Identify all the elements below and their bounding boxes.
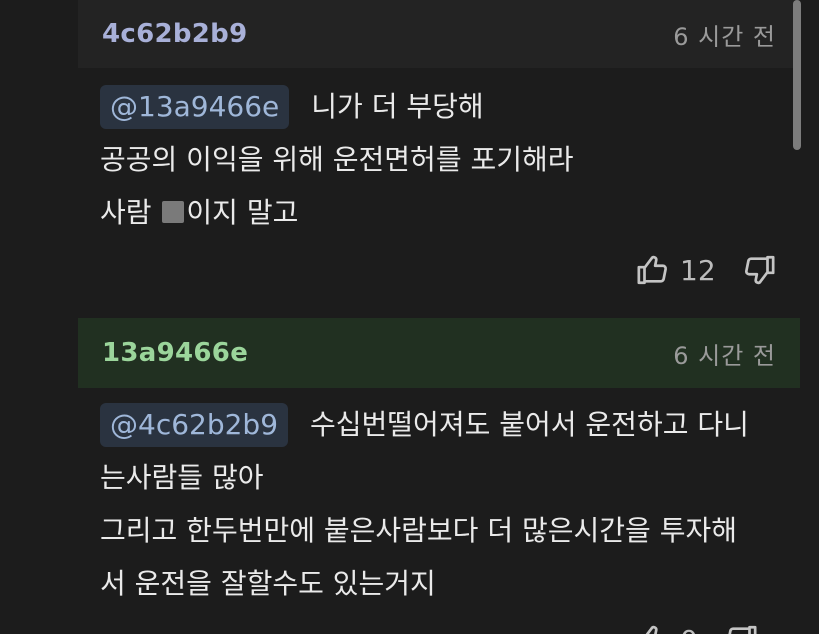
comment-timestamp: 6 시간 전 [673,341,776,370]
comment-header: 4c62b2b9 6 시간 전 [78,0,800,68]
comment-text: 니가 더 부당해 [311,90,484,123]
comment-line: @4c62b2b9 수십번떨어져도 붙어서 운전하고 다니 [100,398,805,451]
comment-author[interactable]: 4c62b2b9 [102,19,248,49]
comment-line: 공공의 이익을 위해 운전면허를 포기해라 [100,143,574,176]
thumbs-down-icon[interactable] [742,253,776,287]
comment-text: 이지 말고 [186,196,299,229]
comment-actions: 12 [636,248,776,292]
scrollbar[interactable] [793,0,801,150]
like-count: 0 [680,624,698,634]
comment-body: @13a9466e 니가 더 부당해 공공의 이익을 위해 운전면허를 포기해라 … [100,80,805,239]
censor-mark [162,201,185,223]
comment-text: 수십번떨어져도 붙어서 운전하고 다니 [310,408,749,441]
comment-thread: 4c62b2b9 6 시간 전 @13a9466e 니가 더 부당해 공공의 이익… [0,0,819,634]
comment-line: 는사람들 많아 [100,461,264,494]
comment-line: 사람 이지 말고 [100,186,805,239]
like-count: 12 [680,253,716,287]
mention-tag[interactable]: @13a9466e [100,85,290,129]
thumbs-up-icon[interactable] [636,623,670,634]
mention-tag[interactable]: @4c62b2b9 [100,403,289,447]
comment-author[interactable]: 13a9466e [102,338,248,368]
comment-line: @13a9466e 니가 더 부당해 [100,80,805,133]
comment-body: @4c62b2b9 수십번떨어져도 붙어서 운전하고 다니 는사람들 많아 그리고… [100,398,805,610]
comment-line: 서 운전을 잘할수도 있는거지 [100,567,436,600]
comment-line: 그리고 한두번만에 붙은사람보다 더 많은시간을 투자해 [100,514,737,547]
thumbs-down-icon[interactable] [724,623,758,634]
comment-actions: 0 [636,618,758,634]
comment-header-highlighted: 13a9466e 6 시간 전 [78,318,800,388]
thumbs-up-icon[interactable] [636,253,670,287]
comment-timestamp: 6 시간 전 [673,22,776,51]
comment-text: 사람 [100,196,161,229]
